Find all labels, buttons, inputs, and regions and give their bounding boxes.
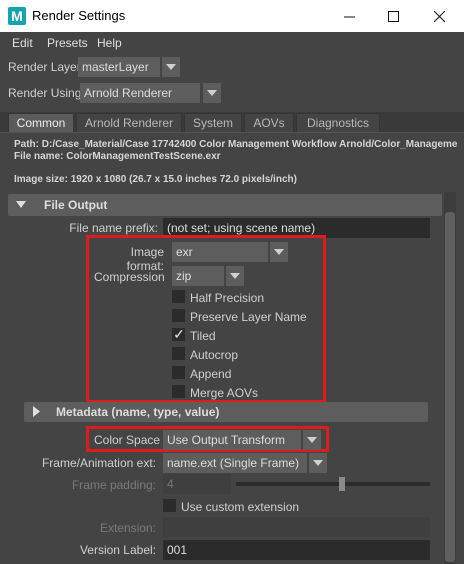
tab-diagnostics[interactable]: Diagnostics [296, 113, 380, 132]
half-precision-checkbox[interactable] [172, 290, 185, 303]
maya-app-icon: M [8, 7, 26, 25]
render-using-select[interactable]: Arnold Renderer [80, 83, 200, 103]
image-format-select[interactable]: exr [172, 242, 268, 262]
tab-aovs[interactable]: AOVs [244, 113, 294, 132]
autocrop-label: Autocrop [190, 348, 239, 362]
frame-ext-select[interactable]: name.ext (Single Frame) [163, 453, 307, 473]
render-layer-select[interactable]: masterLayer [78, 57, 160, 77]
minimize-icon [343, 16, 355, 17]
frame-padding-input[interactable]: 4 [163, 474, 231, 494]
close-icon [433, 10, 445, 22]
output-path: Path: D:/Case_Material/Case 17742400 Col… [14, 139, 458, 150]
tab-common[interactable]: Common [8, 113, 74, 132]
half-precision-label: Half Precision [190, 291, 265, 305]
render-layer-dropdown[interactable] [162, 57, 180, 77]
color-space-label: Color Space [94, 433, 161, 447]
color-space-select[interactable]: Use Output Transform [163, 430, 301, 450]
preserve-layer-name-label: Preserve Layer Name [190, 310, 307, 324]
chevron-down-icon [274, 249, 284, 255]
autocrop-checkbox[interactable] [172, 347, 185, 360]
chevron-down-icon [207, 90, 217, 96]
maximize-icon [387, 10, 399, 22]
version-label-label: Version Label: [79, 543, 156, 557]
compression-label: Compression [94, 270, 165, 284]
scrollbar-thumb[interactable] [445, 212, 455, 562]
custom-extension-checkbox[interactable] [163, 499, 176, 512]
frame-padding-slider-track[interactable] [236, 482, 430, 486]
frame-padding-slider-knob[interactable] [339, 477, 346, 491]
tab-arnold-renderer[interactable]: Arnold Renderer [76, 113, 182, 132]
color-space-dropdown[interactable] [303, 430, 321, 450]
frame-padding-label: Frame padding: [71, 478, 156, 492]
expand-arrow-icon [33, 406, 40, 417]
chevron-down-icon [230, 273, 240, 279]
frame-ext-label: Frame/Animation ext: [41, 456, 156, 470]
render-layer-label: Render Layer [8, 60, 81, 74]
minimize-button[interactable] [326, 0, 372, 32]
tiled-label: Tiled [190, 329, 216, 343]
chevron-down-icon [166, 64, 176, 70]
frame-ext-dropdown[interactable] [309, 453, 327, 473]
merge-aovs-checkbox[interactable] [172, 385, 185, 398]
append-checkbox[interactable] [172, 366, 185, 379]
chevron-down-icon [313, 460, 323, 466]
chevron-down-icon [307, 437, 317, 443]
image-format-label: Image format: [126, 245, 164, 273]
metadata-title: Metadata (name, type, value) [56, 405, 220, 419]
file-output-title: File Output [44, 198, 108, 212]
close-button[interactable] [416, 0, 462, 32]
append-label: Append [190, 367, 232, 381]
window-title: Render Settings [32, 8, 126, 23]
version-label-input[interactable]: 001 [163, 540, 430, 560]
tab-system[interactable]: System [184, 113, 242, 132]
preserve-layer-name-checkbox[interactable] [172, 309, 185, 322]
collapse-arrow-icon [16, 201, 26, 208]
extension-label: Extension: [99, 521, 156, 535]
menu-help[interactable]: Help [97, 36, 122, 50]
menu-edit[interactable]: Edit [12, 36, 33, 50]
maximize-button[interactable] [370, 0, 416, 32]
menu-presets[interactable]: Presets [47, 36, 88, 50]
file-name-prefix-label: File name prefix: [69, 221, 158, 235]
merge-aovs-label: Merge AOVs [190, 386, 259, 400]
checkmark-icon: ✓ [173, 326, 185, 342]
custom-extension-label: Use custom extension [181, 500, 300, 514]
extension-input[interactable] [163, 517, 430, 537]
render-using-label: Render Using [8, 86, 82, 100]
image-format-dropdown[interactable] [270, 242, 288, 262]
image-size-info: Image size: 1920 x 1080 (26.7 x 15.0 inc… [14, 174, 297, 185]
output-file-name: File name: ColorManagementTestScene.exr [14, 151, 221, 162]
render-using-dropdown[interactable] [203, 83, 221, 103]
compression-dropdown[interactable] [226, 266, 244, 286]
compression-select[interactable]: zip [172, 266, 224, 286]
